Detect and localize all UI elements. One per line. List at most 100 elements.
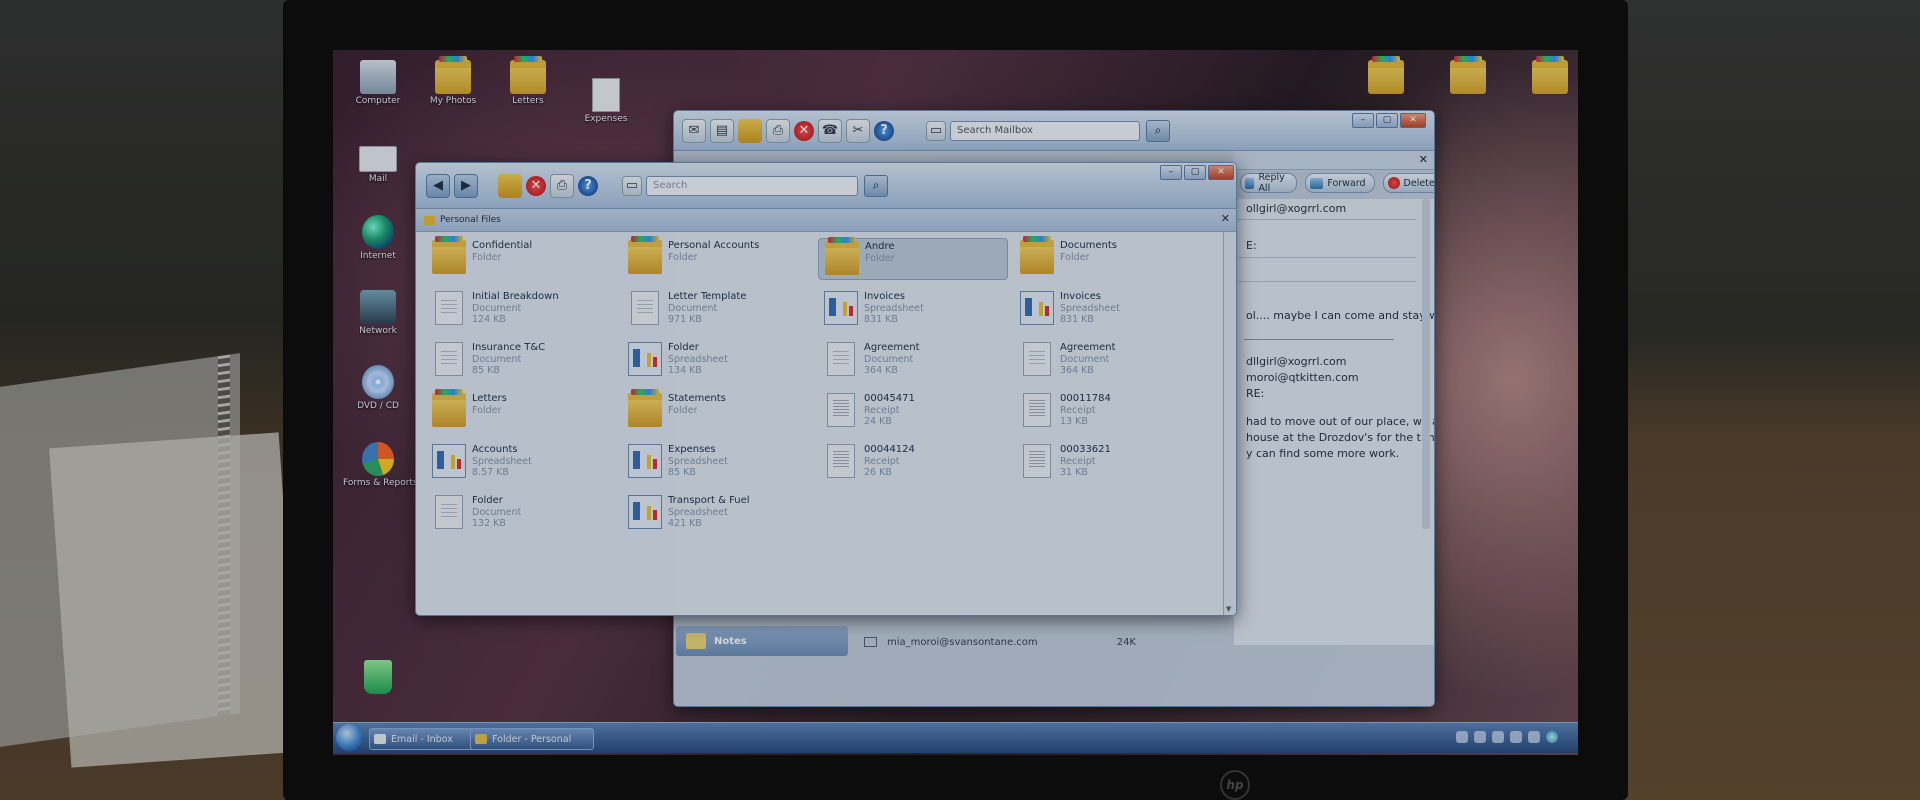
file-item[interactable]: Folder Document 132 KB — [426, 493, 616, 535]
desktop-icon-recycle-bin[interactable] — [343, 660, 413, 696]
forward-button[interactable]: Forward — [1305, 173, 1375, 193]
desktop-icon-mail[interactable]: Mail — [343, 140, 413, 184]
file-item[interactable]: 00033621 Receipt 31 KB — [1014, 442, 1204, 484]
file-pane-scrollbar[interactable] — [1223, 232, 1236, 615]
folder-search-icon: ▭ — [622, 175, 642, 196]
file-item[interactable]: Letters Folder — [426, 389, 616, 433]
message-list-row[interactable]: mia_moroi@svansontane.com 24K — [856, 631, 1156, 653]
folder-icon[interactable] — [738, 118, 762, 143]
desktop-icon-forms-reports[interactable]: Forms & Reports — [343, 442, 418, 488]
file-item[interactable]: Agreement Document 364 KB — [818, 340, 1008, 382]
start-button[interactable] — [336, 724, 363, 751]
desktop-icon-folder[interactable] — [1515, 56, 1578, 96]
file-item[interactable]: 00044124 Receipt 26 KB — [818, 442, 1008, 484]
minimize-button[interactable]: – — [1352, 113, 1374, 128]
desktop-icon-network[interactable]: Network — [343, 290, 413, 336]
tools-icon[interactable]: ✂ — [846, 118, 870, 143]
desktop-icon-letters[interactable]: Letters — [493, 56, 563, 106]
file-item[interactable]: Transport & Fuel Spreadsheet 421 KB — [622, 493, 812, 535]
file-item[interactable]: Letter Template Document 971 KB — [622, 289, 812, 331]
close-icon[interactable]: ✕ — [1221, 212, 1230, 225]
delete-icon[interactable]: ✕ — [526, 175, 546, 196]
file-item[interactable]: Folder Spreadsheet 134 KB — [622, 340, 812, 382]
sidebar-item-notes[interactable]: Notes — [676, 626, 848, 656]
file-item[interactable]: Initial Breakdown Document 124 KB — [426, 289, 616, 331]
desktop-icon-folder[interactable] — [1351, 56, 1421, 96]
minimize-button[interactable]: – — [1160, 165, 1182, 180]
file-size: 31 KB — [1060, 467, 1088, 478]
file-item[interactable]: Documents Folder — [1014, 236, 1204, 280]
desktop-icon-my-photos[interactable]: My Photos — [418, 56, 488, 106]
settings-icon[interactable] — [1510, 731, 1522, 743]
new-folder-icon[interactable] — [498, 173, 522, 198]
file-size: 971 KB — [668, 314, 702, 325]
search-icon[interactable]: ⌕ — [864, 174, 888, 197]
desktop-icon-dvd[interactable]: DVD / CD — [343, 365, 413, 411]
close-button[interactable]: ✕ — [1208, 165, 1234, 180]
network-icon[interactable] — [1456, 731, 1468, 743]
file-item[interactable]: Expenses Spreadsheet 85 KB — [622, 442, 812, 484]
help-icon[interactable]: ? — [578, 175, 598, 196]
file-size: 831 KB — [864, 314, 898, 325]
taskbar-item-folder[interactable]: Folder - Personal — [470, 728, 594, 750]
close-icon[interactable]: ✕ — [1419, 153, 1428, 166]
computer-icon — [360, 60, 396, 94]
file-item[interactable]: Agreement Document 364 KB — [1014, 340, 1204, 382]
back-icon[interactable]: ◀ — [426, 173, 450, 198]
forward-icon[interactable]: ▶ — [454, 173, 478, 198]
file-size: 85 KB — [668, 467, 696, 478]
folder-icon — [1532, 56, 1568, 94]
file-size: 134 KB — [668, 365, 702, 376]
print-icon[interactable]: ⎙ — [550, 173, 574, 198]
mail-header-strip: ✕ — [1234, 151, 1434, 170]
notes-icon[interactable]: ▤ — [710, 118, 734, 143]
network-icon — [360, 290, 396, 324]
file-name: Statements — [668, 393, 726, 404]
file-item[interactable]: Andre Folder — [818, 237, 1008, 280]
file-item[interactable]: 00011784 Receipt 13 KB — [1014, 391, 1204, 433]
receipt-icon — [827, 393, 855, 427]
file-item[interactable]: Insurance T&C Document 85 KB — [426, 340, 616, 382]
compose-icon[interactable]: ✉ — [682, 118, 706, 143]
receipt-icon — [827, 444, 855, 478]
print-icon[interactable]: ⎙ — [766, 118, 790, 143]
desktop-icon-folder[interactable] — [1433, 56, 1503, 96]
address-book-icon[interactable]: ☎ — [818, 118, 842, 143]
file-item[interactable]: Accounts Spreadsheet 8.57 KB — [426, 442, 616, 484]
desktop-icon-computer[interactable]: Computer — [343, 60, 413, 106]
file-size: 26 KB — [864, 467, 892, 478]
search-icon[interactable]: ⌕ — [1146, 119, 1170, 142]
document-icon — [1023, 342, 1051, 376]
display-icon[interactable] — [1528, 731, 1540, 743]
file-item[interactable]: Statements Folder — [622, 389, 812, 433]
battery-icon[interactable] — [1492, 731, 1504, 743]
search-input[interactable]: Search — [646, 175, 858, 196]
desktop-icon-internet[interactable]: Internet — [343, 215, 413, 261]
reply-all-icon — [1245, 177, 1255, 189]
mailbox-search-input[interactable]: Search Mailbox — [950, 120, 1140, 141]
file-item[interactable]: Invoices Spreadsheet 831 KB — [1014, 289, 1204, 331]
globe-icon[interactable] — [1546, 731, 1558, 743]
file-item[interactable]: Invoices Spreadsheet 831 KB — [818, 289, 1008, 331]
reply-all-button[interactable]: Reply All — [1240, 172, 1298, 194]
file-item[interactable]: Personal Accounts Folder — [622, 236, 812, 280]
desktop-icon-expenses[interactable]: Expenses — [571, 78, 641, 124]
spreadsheet-icon — [432, 444, 466, 478]
delete-icon[interactable]: ✕ — [794, 120, 814, 141]
file-item[interactable]: 00045471 Receipt 24 KB — [818, 391, 1008, 433]
taskbar-item-email[interactable]: Email - Inbox — [369, 728, 478, 750]
maximize-button[interactable]: ▢ — [1184, 165, 1206, 180]
file-name: Letters — [472, 393, 507, 404]
help-icon[interactable]: ? — [874, 120, 894, 141]
delete-button[interactable]: Delete — [1382, 173, 1434, 193]
reading-pane-scrollbar[interactable] — [1422, 199, 1430, 529]
close-button[interactable]: ✕ — [1400, 113, 1426, 128]
file-name: 00011784 — [1060, 393, 1111, 404]
file-item[interactable]: Confidential Folder — [426, 236, 616, 280]
file-size: 13 KB — [1060, 416, 1088, 427]
file-type: Spreadsheet — [668, 353, 728, 365]
message-body-line: y can find some more work. — [1246, 447, 1400, 460]
maximize-button[interactable]: ▢ — [1376, 113, 1398, 128]
file-type: Receipt — [1060, 404, 1096, 416]
volume-icon[interactable] — [1474, 731, 1486, 743]
